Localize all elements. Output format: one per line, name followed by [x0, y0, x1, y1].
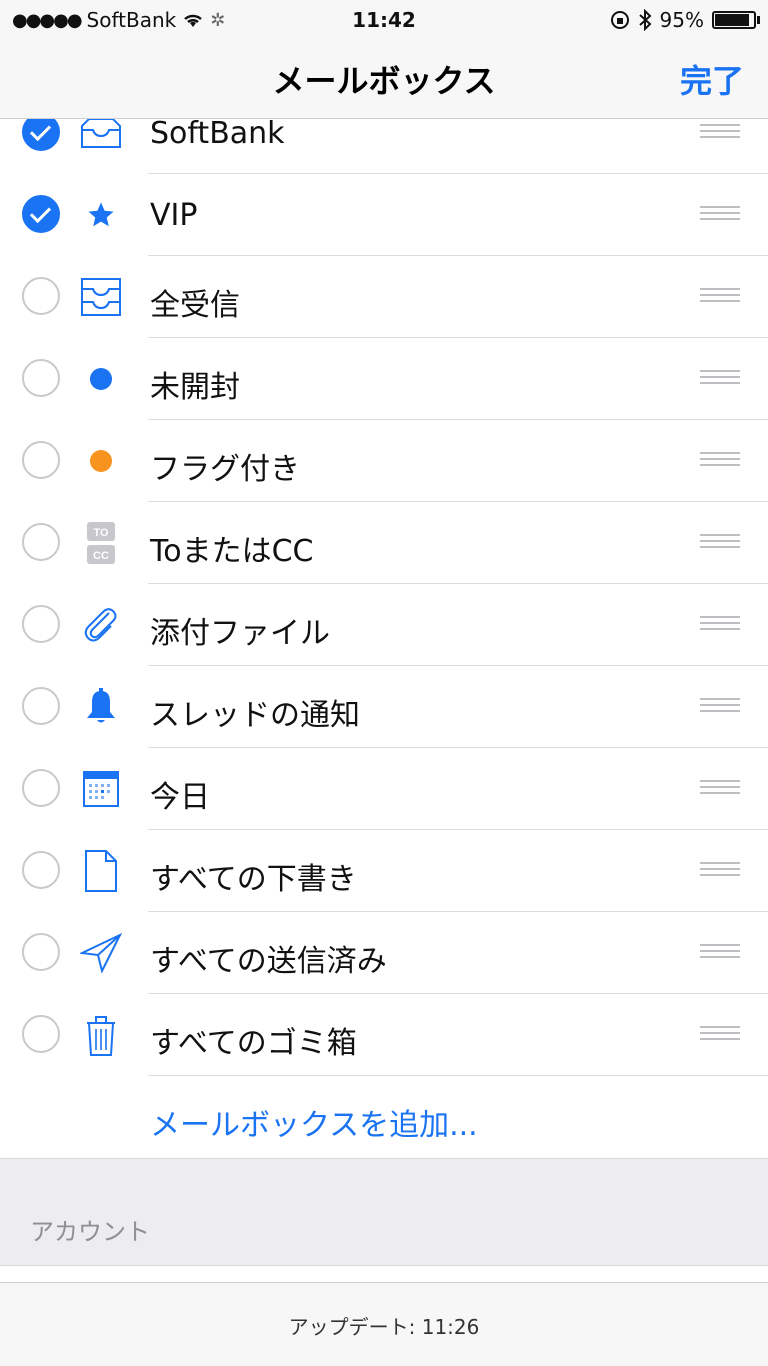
mailbox-row[interactable]: すべての下書き: [0, 830, 768, 912]
page-title: メールボックス: [272, 62, 496, 100]
svg-text:CC: CC: [93, 550, 109, 562]
bottom-toolbar: アップデート: 11:26: [0, 1282, 768, 1366]
status-bar: ●●●●● SoftBank ✲ 11:42 95%: [0, 0, 768, 40]
reorder-handle-icon[interactable]: [700, 124, 740, 140]
mailbox-row[interactable]: 全受信: [0, 256, 768, 338]
mailbox-label: すべての送信済み: [150, 944, 387, 979]
mailbox-row[interactable]: TO CC ToまたはCC: [0, 502, 768, 584]
paper-plane-icon: [78, 930, 124, 976]
mailbox-row[interactable]: 添付ファイル: [0, 584, 768, 666]
flag-dot-icon: [78, 438, 124, 484]
done-button[interactable]: 完了: [680, 56, 744, 102]
mailbox-label: SoftBank: [150, 116, 285, 151]
mailbox-row[interactable]: 未開封: [0, 338, 768, 420]
mailbox-checkbox[interactable]: [22, 851, 60, 889]
mailbox-row[interactable]: フラグ付き: [0, 420, 768, 502]
reorder-handle-icon[interactable]: [700, 1026, 740, 1042]
mailbox-checkbox[interactable]: [22, 277, 60, 315]
mailbox-checkbox[interactable]: [22, 769, 60, 807]
paperclip-icon: [78, 602, 124, 648]
star-icon: [78, 192, 124, 238]
reorder-handle-icon[interactable]: [700, 780, 740, 796]
reorder-handle-icon[interactable]: [700, 616, 740, 632]
mailbox-checkbox[interactable]: [22, 605, 60, 643]
reorder-handle-icon[interactable]: [700, 534, 740, 550]
mailbox-label: ToまたはCC: [150, 534, 314, 569]
accounts-section-header: アカウント: [30, 1218, 150, 1246]
mailbox-checkbox[interactable]: [22, 687, 60, 725]
mailbox-label: VIP: [150, 198, 198, 233]
mailbox-checkbox[interactable]: [22, 195, 60, 233]
mailbox-checkbox[interactable]: [22, 441, 60, 479]
reorder-handle-icon[interactable]: [700, 288, 740, 304]
mailbox-checkbox[interactable]: [22, 1015, 60, 1053]
calendar-icon: [78, 766, 124, 812]
reorder-handle-icon[interactable]: [700, 944, 740, 960]
mailbox-checkbox[interactable]: [22, 933, 60, 971]
reorder-handle-icon[interactable]: [700, 370, 740, 386]
last-updated-status: アップデート: 11:26: [288, 1315, 480, 1339]
battery-percent: 95%: [659, 8, 704, 32]
to-cc-icon: TO CC: [78, 520, 124, 566]
mailbox-row[interactable]: VIP: [0, 174, 768, 256]
mailbox-checkbox[interactable]: [22, 359, 60, 397]
battery-icon: [712, 11, 760, 29]
mailbox-label: スレッドの通知: [150, 698, 360, 733]
svg-text:TO: TO: [93, 527, 109, 539]
bell-icon: [78, 684, 124, 730]
mailbox-row[interactable]: スレッドの通知: [0, 666, 768, 748]
reorder-handle-icon[interactable]: [700, 452, 740, 468]
reorder-handle-icon[interactable]: [700, 206, 740, 222]
reorder-handle-icon[interactable]: [700, 862, 740, 878]
mailbox-label: すべての下書き: [150, 862, 357, 897]
all-inboxes-icon: [78, 274, 124, 320]
mailbox-label: フラグ付き: [150, 452, 300, 487]
mailbox-row[interactable]: すべての送信済み: [0, 912, 768, 994]
reorder-handle-icon[interactable]: [700, 698, 740, 714]
unread-dot-icon: [78, 356, 124, 402]
mailbox-label: 未開封: [150, 370, 240, 405]
trash-icon: [78, 1012, 124, 1058]
mailbox-checkbox[interactable]: [22, 523, 60, 561]
mailbox-label: 添付ファイル: [150, 616, 330, 651]
mailbox-row[interactable]: 今日: [0, 748, 768, 830]
mailbox-row[interactable]: すべてのゴミ箱: [0, 994, 768, 1076]
add-mailbox-link[interactable]: メールボックスを追加...: [150, 1100, 478, 1144]
mailbox-label: すべてのゴミ箱: [150, 1026, 357, 1061]
draft-document-icon: [78, 848, 124, 894]
mailbox-label: 全受信: [150, 288, 240, 323]
mailbox-list: SoftBank VIP 全受信 未開封 フラグ付き TO CC ToまたはCC …: [0, 92, 768, 1158]
orientation-lock-icon: [610, 11, 629, 29]
bluetooth-icon: [638, 9, 651, 31]
add-mailbox-row[interactable]: メールボックスを追加...: [0, 1076, 768, 1158]
battery-level-fill: [715, 14, 750, 26]
top-bar: ●●●●● SoftBank ✲ 11:42 95% メールボックス 完了: [0, 0, 768, 119]
mailbox-label: 今日: [150, 780, 210, 815]
